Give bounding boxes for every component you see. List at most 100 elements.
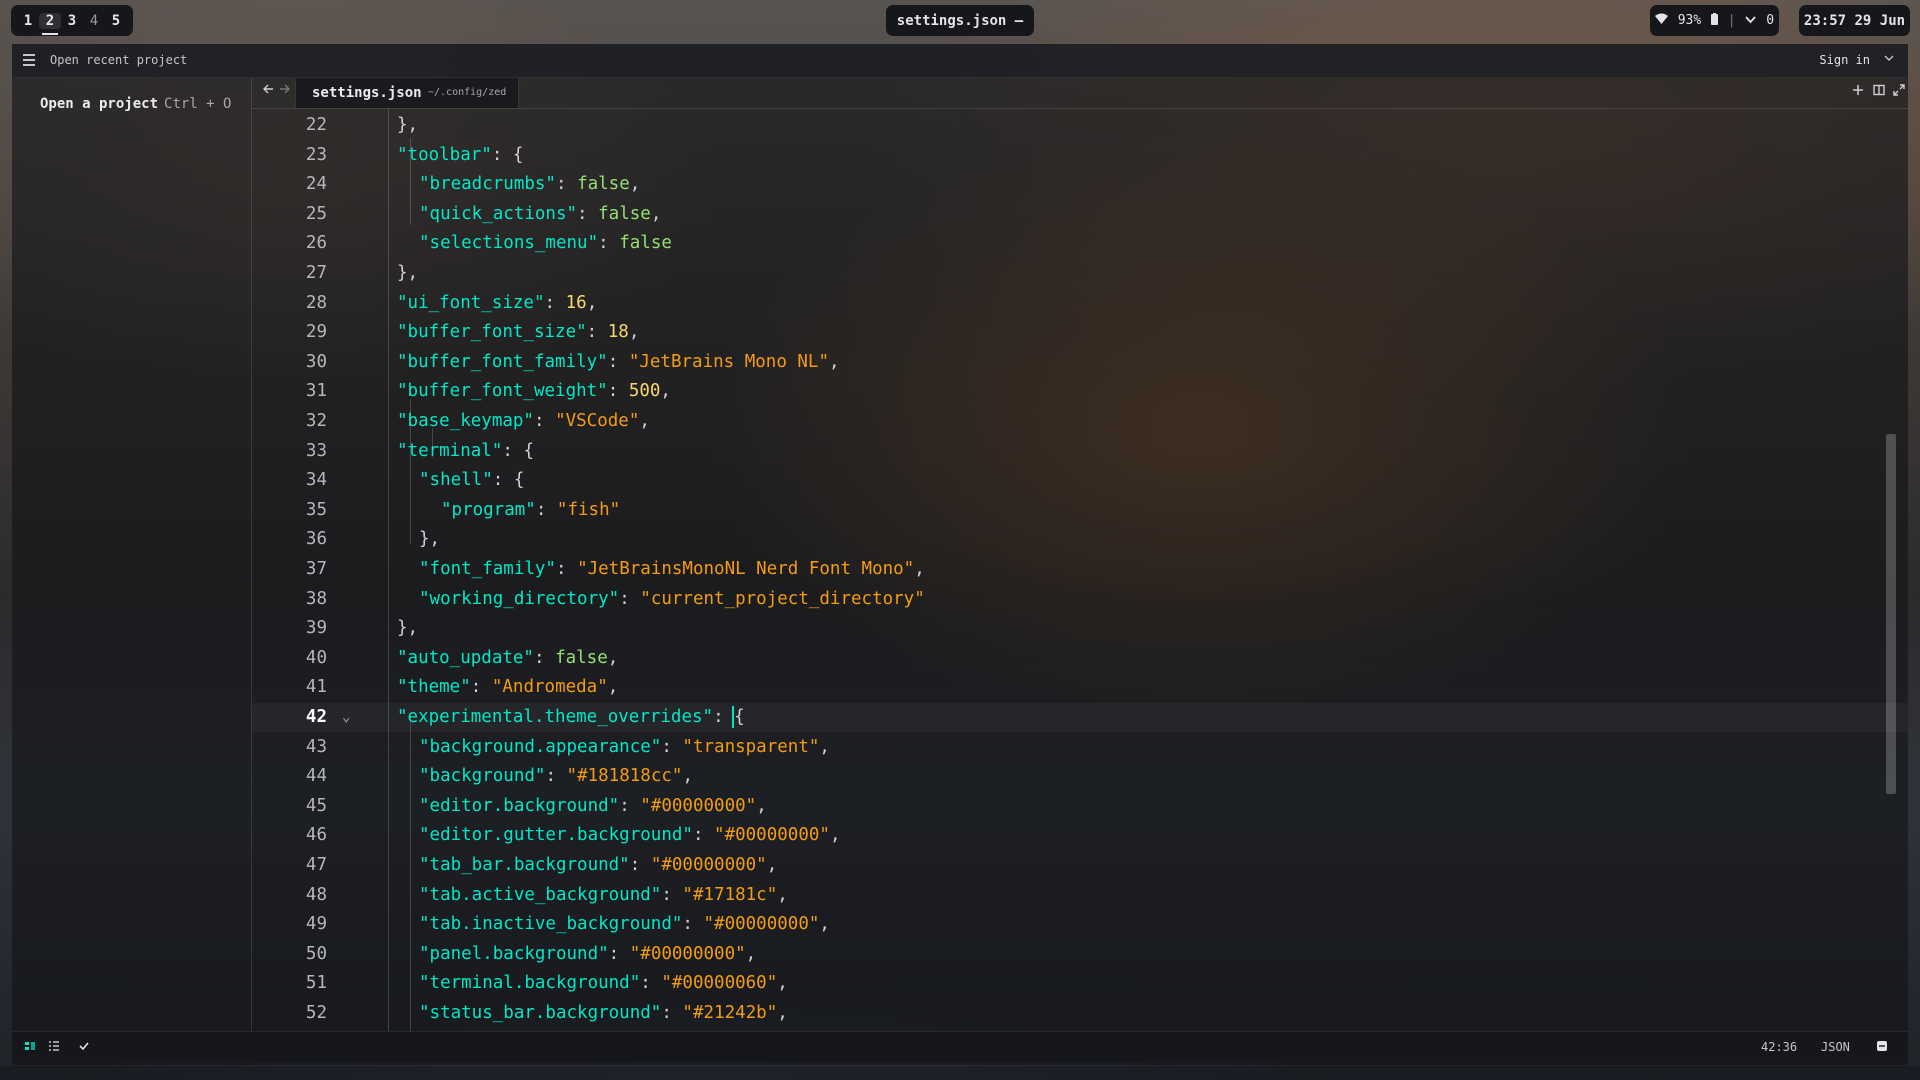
line-number[interactable]: 39 bbox=[252, 614, 327, 643]
line-number[interactable]: 42 bbox=[252, 703, 327, 732]
feedback-icon[interactable] bbox=[1876, 1040, 1888, 1055]
line-number[interactable]: 44 bbox=[252, 762, 327, 791]
code-line[interactable]: 33 "terminal": { bbox=[252, 437, 1908, 466]
code-line[interactable]: 46 "editor.gutter.background": "#00000000… bbox=[252, 821, 1908, 850]
line-number[interactable]: 28 bbox=[252, 289, 327, 318]
code-line[interactable]: 42 ⌄ "experimental.theme_overrides": { bbox=[252, 703, 1908, 732]
code-line[interactable]: 49 "tab.inactive_background": "#00000000"… bbox=[252, 910, 1908, 939]
line-number[interactable]: 30 bbox=[252, 348, 327, 377]
code-line[interactable]: 44 "background": "#181818cc", bbox=[252, 762, 1908, 791]
separator: | bbox=[1727, 13, 1736, 28]
line-number[interactable]: 48 bbox=[252, 881, 327, 910]
code-line[interactable]: 23 "toolbar": { bbox=[252, 141, 1908, 170]
fold-chevron-icon[interactable]: ⌄ bbox=[342, 703, 350, 732]
line-number[interactable]: 24 bbox=[252, 170, 327, 199]
code-line[interactable]: 30 "buffer_font_family": "JetBrains Mono … bbox=[252, 348, 1908, 377]
line-number[interactable]: 38 bbox=[252, 585, 327, 614]
language-selector[interactable]: JSON bbox=[1821, 1040, 1850, 1054]
code-line[interactable]: 35 "program": "fish" bbox=[252, 496, 1908, 525]
code-text: "experimental.theme_overrides": { bbox=[397, 706, 745, 728]
line-number[interactable]: 26 bbox=[252, 229, 327, 258]
line-number[interactable]: 29 bbox=[252, 318, 327, 347]
tab-settings-json[interactable]: settings.json ~/.config/zed bbox=[295, 78, 519, 108]
battery-level: 93% bbox=[1677, 13, 1702, 28]
line-number[interactable]: 50 bbox=[252, 940, 327, 969]
line-number[interactable]: 47 bbox=[252, 851, 327, 880]
code-line[interactable]: 34 "shell": { bbox=[252, 466, 1908, 495]
split-pane-icon[interactable] bbox=[1873, 84, 1885, 100]
line-number[interactable]: 52 bbox=[252, 999, 327, 1028]
wallpaper-strip bbox=[0, 1066, 1920, 1080]
code-text: "buffer_font_family": "JetBrains Mono NL… bbox=[397, 351, 840, 372]
line-number[interactable]: 31 bbox=[252, 377, 327, 406]
line-number[interactable]: 22 bbox=[252, 111, 327, 140]
arrow-left-icon[interactable] bbox=[262, 83, 274, 99]
code-line[interactable]: 27}, bbox=[252, 259, 1908, 288]
code-line[interactable]: 36}, bbox=[252, 525, 1908, 554]
code-text: "tab.active_background": "#17181c", bbox=[419, 884, 788, 905]
code-line[interactable]: 22}, bbox=[252, 111, 1908, 140]
code-text: "font_family": "JetBrainsMonoNL Nerd Fon… bbox=[419, 559, 925, 579]
code-line[interactable]: 39}, bbox=[252, 614, 1908, 643]
code-line[interactable]: 50 "panel.background": "#00000000", bbox=[252, 940, 1908, 969]
line-number[interactable]: 43 bbox=[252, 733, 327, 762]
line-number[interactable]: 34 bbox=[252, 466, 327, 495]
code-line[interactable]: 52 "status_bar.background": "#21242b", bbox=[252, 999, 1908, 1028]
line-number[interactable]: 35 bbox=[252, 496, 327, 525]
code-line[interactable]: 26 "selections_menu": false bbox=[252, 229, 1908, 258]
sign-in-button[interactable]: Sign in bbox=[1819, 53, 1870, 67]
open-recent-project-button[interactable]: Open recent project bbox=[50, 53, 187, 67]
maximize-icon[interactable] bbox=[1893, 84, 1905, 100]
line-number[interactable]: 27 bbox=[252, 259, 327, 288]
line-number[interactable]: 41 bbox=[252, 673, 327, 702]
line-number[interactable]: 23 bbox=[252, 141, 327, 170]
workspace-5[interactable]: 5 bbox=[105, 13, 127, 29]
code-line[interactable]: 28 "ui_font_size": 16, bbox=[252, 289, 1908, 318]
vertical-scrollbar[interactable] bbox=[1886, 434, 1896, 794]
code-line[interactable]: 25 "quick_actions": false, bbox=[252, 200, 1908, 229]
line-number[interactable]: 32 bbox=[252, 407, 327, 436]
outline-toggle-icon[interactable] bbox=[48, 1040, 60, 1055]
line-number[interactable]: 25 bbox=[252, 200, 327, 229]
code-line[interactable]: 47 "tab_bar.background": "#00000000", bbox=[252, 851, 1908, 880]
code-line[interactable]: 40 "auto_update": false, bbox=[252, 644, 1908, 673]
code-text: "breadcrumbs": false, bbox=[419, 174, 641, 195]
code-line[interactable]: 24 "breadcrumbs": false, bbox=[252, 170, 1908, 199]
code-text: "base_keymap": "VSCode", bbox=[397, 411, 650, 431]
code-line[interactable]: 31 "buffer_font_weight": 500, bbox=[252, 377, 1908, 406]
code-line[interactable]: 51 "terminal.background": "#00000060", bbox=[252, 969, 1908, 998]
project-panel: Open a project Ctrl + O bbox=[12, 78, 252, 1031]
chevron-down-icon[interactable] bbox=[1884, 51, 1894, 65]
line-number[interactable]: 37 bbox=[252, 555, 327, 584]
workspace-4[interactable]: 4 bbox=[83, 13, 105, 29]
clock[interactable]: 23:57 29 Jun bbox=[1799, 5, 1910, 36]
line-number[interactable]: 51 bbox=[252, 969, 327, 998]
code-line[interactable]: 32 "base_keymap": "VSCode", bbox=[252, 407, 1908, 436]
line-number[interactable]: 46 bbox=[252, 821, 327, 850]
menu-icon[interactable] bbox=[23, 54, 35, 66]
code-line[interactable]: 38 "working_directory": "current_project_… bbox=[252, 585, 1908, 614]
code-editor[interactable]: 22}, 23 "toolbar": {24 "breadcrumbs": false… bbox=[252, 109, 1908, 1031]
code-text: "program": "fish" bbox=[441, 499, 621, 520]
code-line[interactable]: 45 "editor.background": "#00000000", bbox=[252, 792, 1908, 821]
code-line[interactable]: 48 "tab.active_background": "#17181c", bbox=[252, 881, 1908, 910]
line-number[interactable]: 36 bbox=[252, 525, 327, 554]
code-line[interactable]: 37 "font_family": "JetBrainsMonoNL Nerd F… bbox=[252, 555, 1908, 584]
system-tray[interactable]: 93% | 0 bbox=[1650, 5, 1779, 36]
line-number[interactable]: 33 bbox=[252, 437, 327, 466]
workspace-2[interactable]: 2 bbox=[39, 12, 61, 35]
code-line[interactable]: 43 "background.appearance": "transparent"… bbox=[252, 733, 1908, 762]
workspace-3[interactable]: 3 bbox=[61, 13, 83, 29]
code-line[interactable]: 29 "buffer_font_size": 18, bbox=[252, 318, 1908, 347]
workspace-1[interactable]: 1 bbox=[17, 13, 39, 29]
checkmark-icon[interactable] bbox=[79, 1040, 89, 1054]
line-number[interactable]: 45 bbox=[252, 792, 327, 821]
plus-icon[interactable] bbox=[1852, 84, 1864, 100]
line-number[interactable]: 40 bbox=[252, 644, 327, 673]
cursor-position[interactable]: 42:36 bbox=[1761, 1040, 1797, 1054]
project-panel-toggle-icon[interactable] bbox=[24, 1040, 36, 1055]
arrow-right-icon[interactable] bbox=[279, 83, 291, 99]
code-line[interactable]: 41 "theme": "Andromeda", bbox=[252, 673, 1908, 702]
open-project-button[interactable]: Open a project Ctrl + O bbox=[40, 96, 231, 112]
line-number[interactable]: 49 bbox=[252, 910, 327, 939]
